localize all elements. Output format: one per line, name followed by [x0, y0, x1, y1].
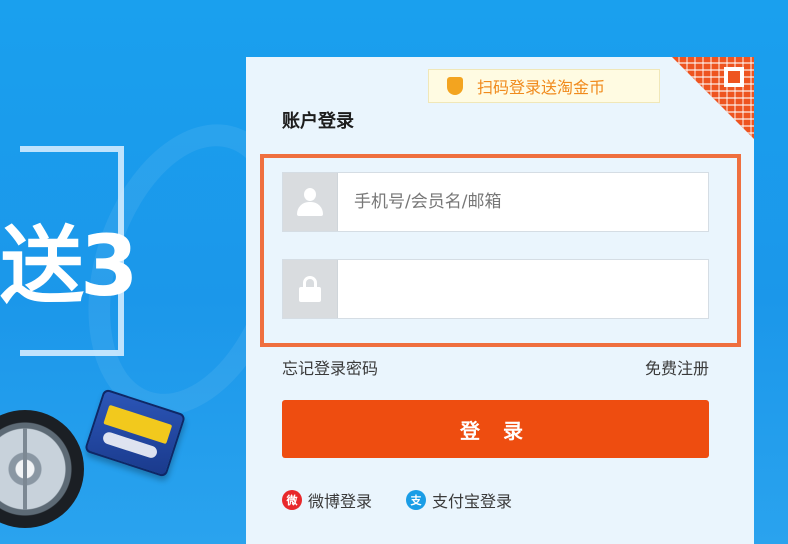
tire-image	[0, 410, 84, 528]
user-icon-body	[297, 202, 323, 216]
alternative-logins: 微 微博登录 支 支付宝登录	[282, 488, 546, 512]
username-field	[282, 172, 709, 232]
register-link[interactable]: 免费注册	[645, 355, 709, 379]
weibo-login-label: 微博登录	[308, 492, 373, 511]
password-field	[282, 259, 709, 319]
forgot-password-link[interactable]: 忘记登录密码	[282, 355, 378, 379]
password-input[interactable]	[338, 260, 708, 318]
user-icon-head	[304, 188, 316, 201]
username-input[interactable]	[338, 173, 708, 231]
lock-icon	[299, 276, 321, 302]
user-icon	[297, 188, 323, 216]
alipay-login[interactable]: 支 支付宝登录	[406, 488, 512, 512]
weibo-icon: 微	[282, 490, 302, 510]
qr-finder-pattern	[724, 67, 744, 87]
promo-banner: 送3	[0, 0, 246, 544]
banner-text: 送3	[0, 217, 138, 315]
qr-login-promo[interactable]: 扫码登录送淘金币	[428, 69, 660, 103]
alipay-login-label: 支付宝登录	[432, 492, 513, 511]
qr-code-icon[interactable]	[672, 57, 754, 139]
account-links: 忘记登录密码 免费注册	[282, 355, 709, 379]
username-icon-box	[283, 173, 338, 231]
alipay-icon: 支	[406, 490, 427, 510]
weibo-login[interactable]: 微 微博登录	[282, 488, 372, 512]
promo-text: 扫码登录送淘金币	[477, 78, 606, 97]
shield-icon	[447, 77, 463, 95]
login-title: 账户登录	[282, 111, 354, 132]
lock-icon-body	[299, 287, 321, 302]
tire-spoke	[23, 428, 27, 510]
password-icon-box	[283, 260, 338, 318]
login-button[interactable]: 登 录	[282, 400, 709, 458]
login-panel: 扫码登录送淘金币 账户登录 忘记登录密码 免费注册 登 录 微	[246, 57, 754, 544]
